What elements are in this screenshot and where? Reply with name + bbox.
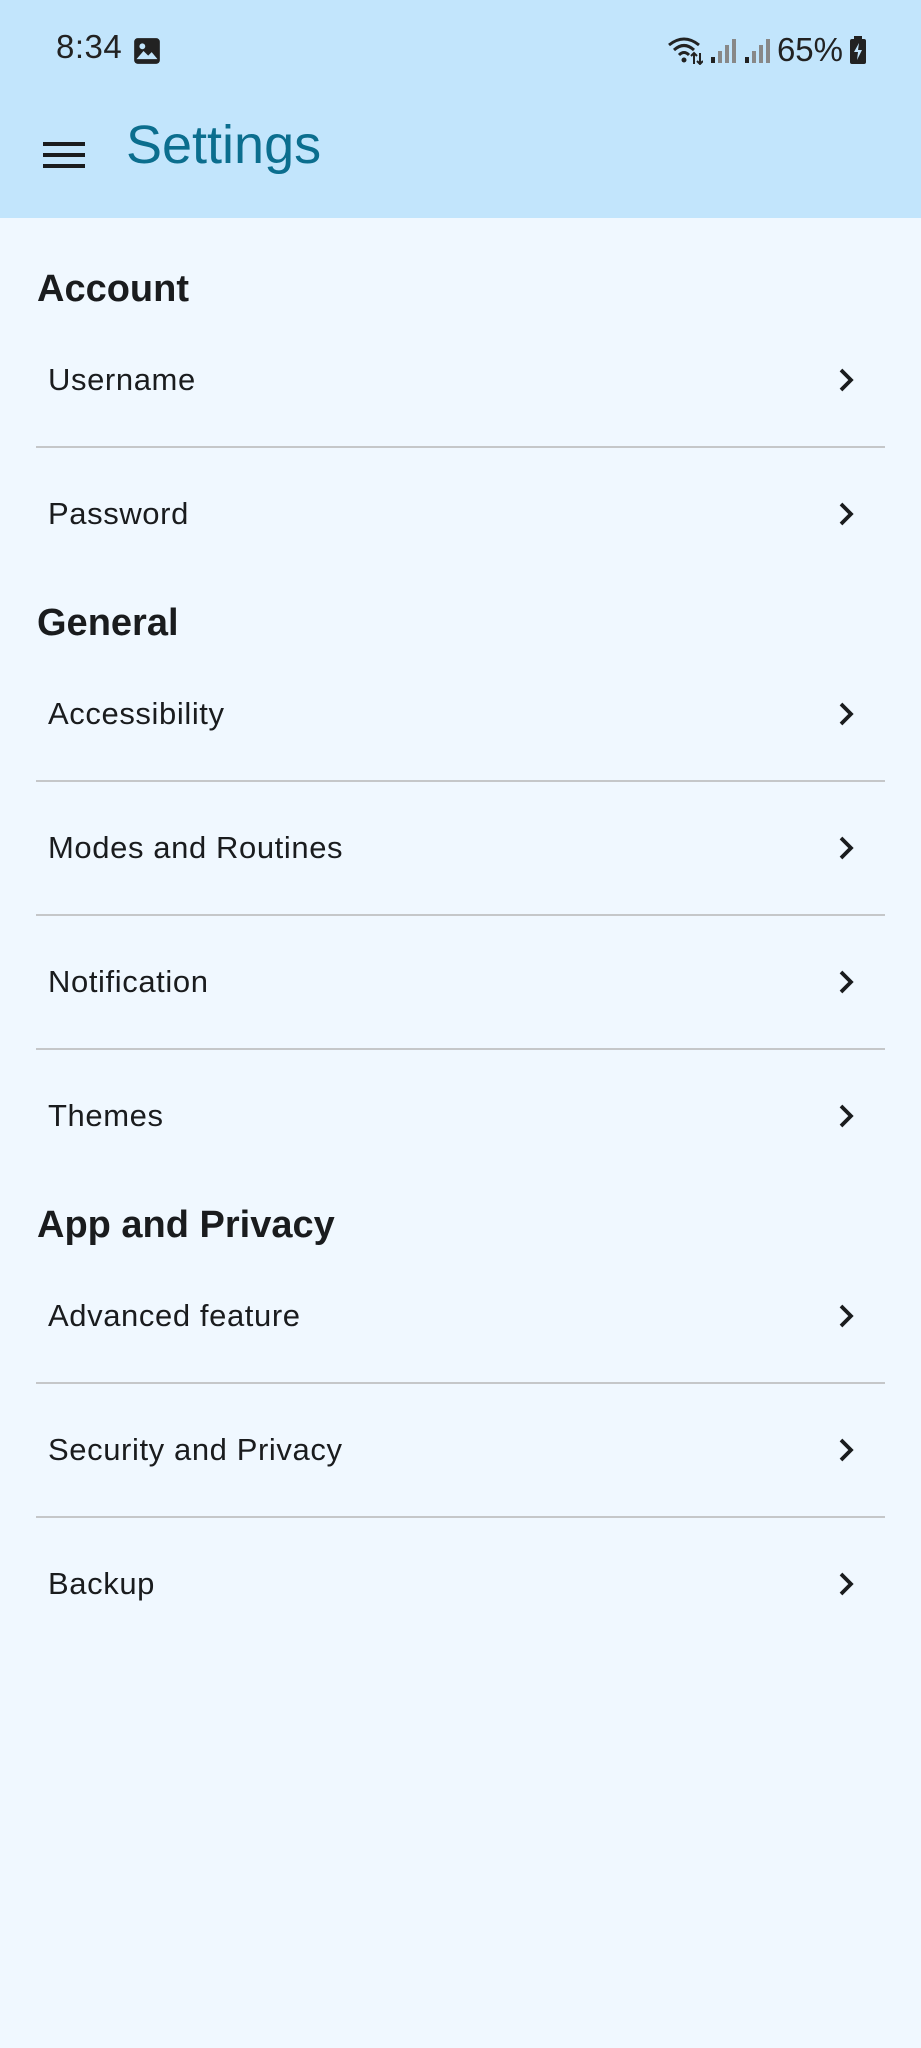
settings-item-label: Advanced feature (48, 1298, 301, 1333)
top-bar: 8:34 65% Settings (0, 0, 921, 218)
chevron-right-icon (839, 1572, 854, 1596)
settings-item-label: Username (48, 362, 196, 397)
settings-item-security-and-privacy[interactable]: Security and Privacy (36, 1384, 885, 1516)
settings-item-label: Password (48, 496, 189, 531)
settings-item-backup[interactable]: Backup (36, 1518, 885, 1650)
chevron-right-icon (839, 1104, 854, 1128)
gallery-icon (134, 38, 160, 64)
settings-item-label: Modes and Routines (48, 830, 344, 865)
wifi-icon (668, 37, 703, 65)
chevron-right-icon (839, 1304, 854, 1328)
settings-item-notification[interactable]: Notification (36, 916, 885, 1048)
status-icons: 65% (667, 28, 867, 72)
settings-item-username[interactable]: Username (36, 314, 885, 446)
chevron-right-icon (839, 502, 854, 526)
settings-item-advanced-feature[interactable]: Advanced feature (36, 1250, 885, 1382)
settings-item-label: Notification (48, 964, 209, 999)
section-header-app-and-privacy: App and Privacy (37, 1204, 335, 1246)
status-time: 8:34 (56, 28, 123, 65)
app-bar: Settings (0, 100, 921, 218)
settings-item-label: Security and Privacy (48, 1432, 343, 1467)
signal-icon-1 (710, 39, 736, 63)
section-header-general: General (37, 602, 179, 644)
chevron-right-icon (839, 1438, 854, 1462)
chevron-right-icon (839, 368, 854, 392)
settings-item-modes-and-routines[interactable]: Modes and Routines (36, 782, 885, 914)
chevron-right-icon (839, 970, 854, 994)
battery-icon (850, 36, 866, 64)
status-bar: 8:34 65% (0, 0, 921, 100)
page-title: Settings (126, 115, 322, 175)
chevron-right-icon (839, 702, 854, 726)
section-header-account: Account (37, 268, 189, 310)
settings-item-label: Themes (48, 1098, 164, 1133)
menu-icon[interactable] (42, 133, 86, 177)
signal-icon-2 (744, 39, 770, 63)
settings-item-themes[interactable]: Themes (36, 1050, 885, 1182)
settings-item-label: Backup (48, 1566, 155, 1601)
settings-item-password[interactable]: Password (36, 448, 885, 580)
settings-item-accessibility[interactable]: Accessibility (36, 648, 885, 780)
settings-item-label: Accessibility (48, 696, 225, 731)
chevron-right-icon (839, 836, 854, 860)
battery-percent: 65% (776, 31, 843, 68)
